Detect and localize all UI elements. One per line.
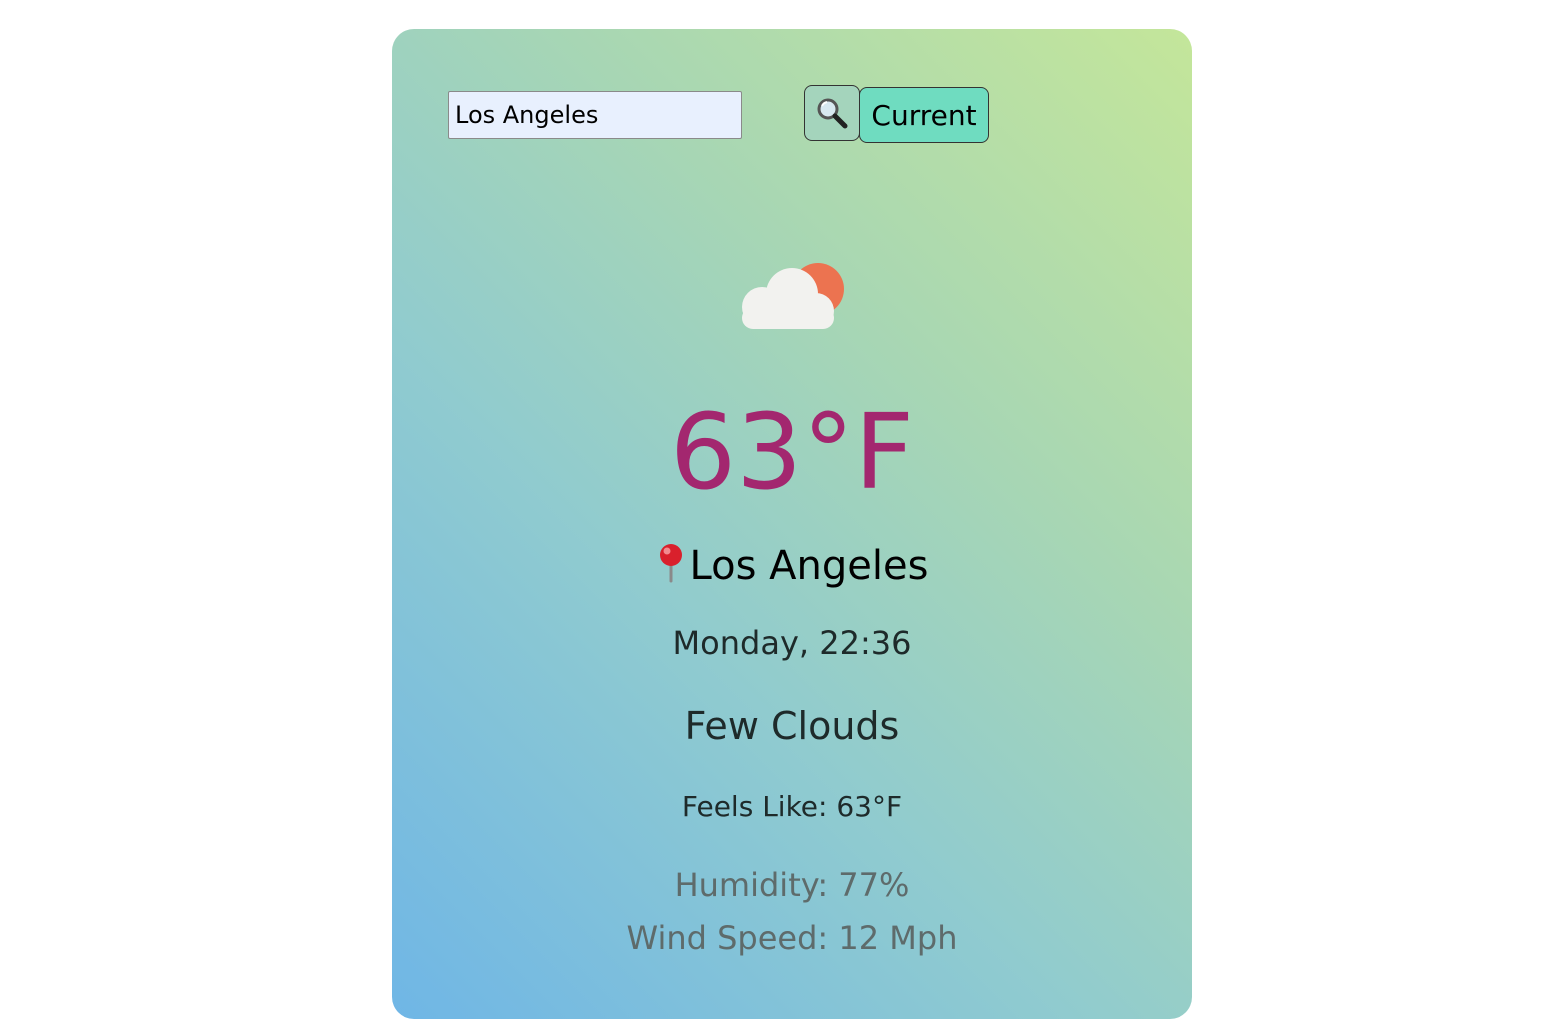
few-clouds-icon — [742, 263, 844, 329]
weather-card: Current 63°F Los Angeles Monday, 22:36 F… — [392, 29, 1192, 1019]
humidity: Humidity: 77% — [674, 866, 910, 904]
city-search-input[interactable] — [448, 91, 742, 139]
pushpin-icon — [659, 544, 682, 583]
date-time: Monday, 22:36 — [672, 624, 912, 662]
location-row: Los Angeles — [392, 537, 1192, 595]
feels-like: Feels Like: 63°F — [681, 790, 903, 823]
wind-speed: Wind Speed: 12 Mph — [626, 919, 958, 957]
search-button[interactable] — [804, 85, 860, 141]
temperature-value: 63°F — [669, 391, 915, 513]
magnifier-icon — [817, 98, 848, 129]
weather-description: Few Clouds — [684, 704, 900, 748]
city-name: Los Angeles — [689, 543, 929, 589]
current-location-button[interactable]: Current — [859, 87, 989, 143]
